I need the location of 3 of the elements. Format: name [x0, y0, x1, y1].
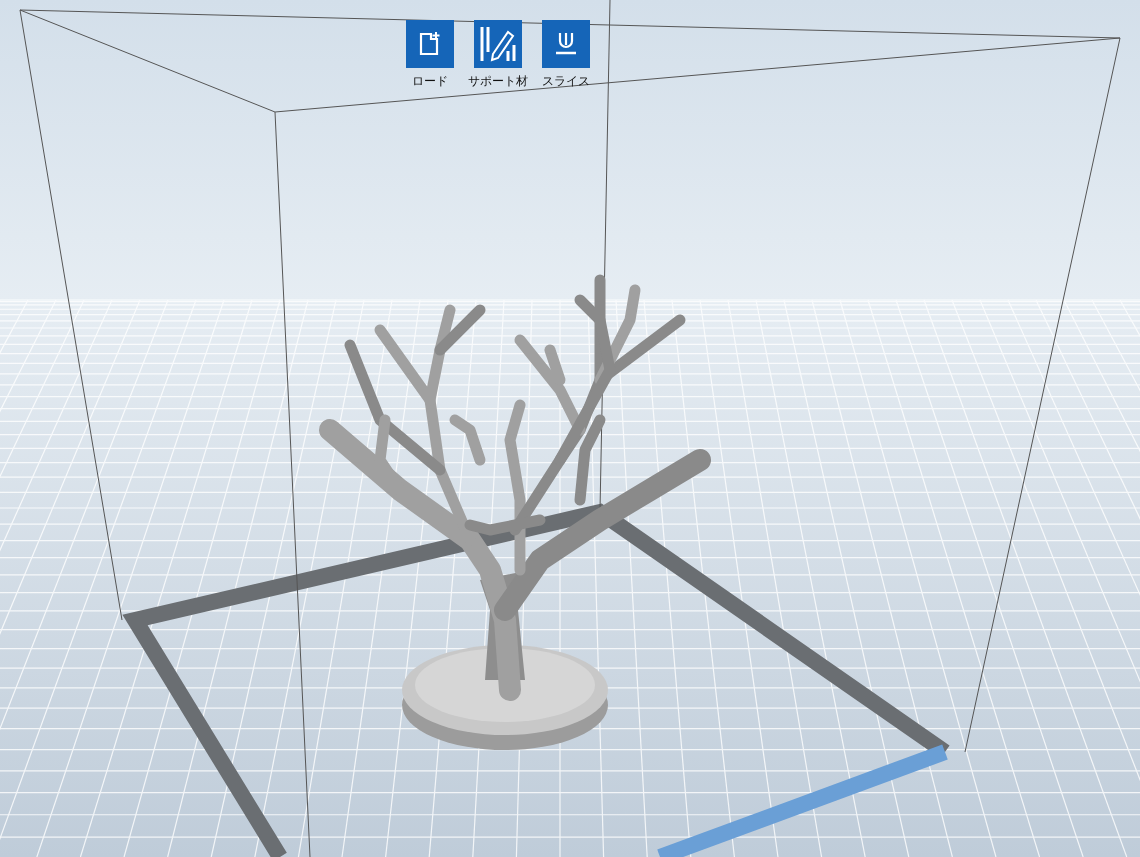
slice-icon	[554, 31, 578, 57]
pencil-columns-icon	[478, 24, 518, 64]
new-file-icon	[418, 31, 442, 57]
